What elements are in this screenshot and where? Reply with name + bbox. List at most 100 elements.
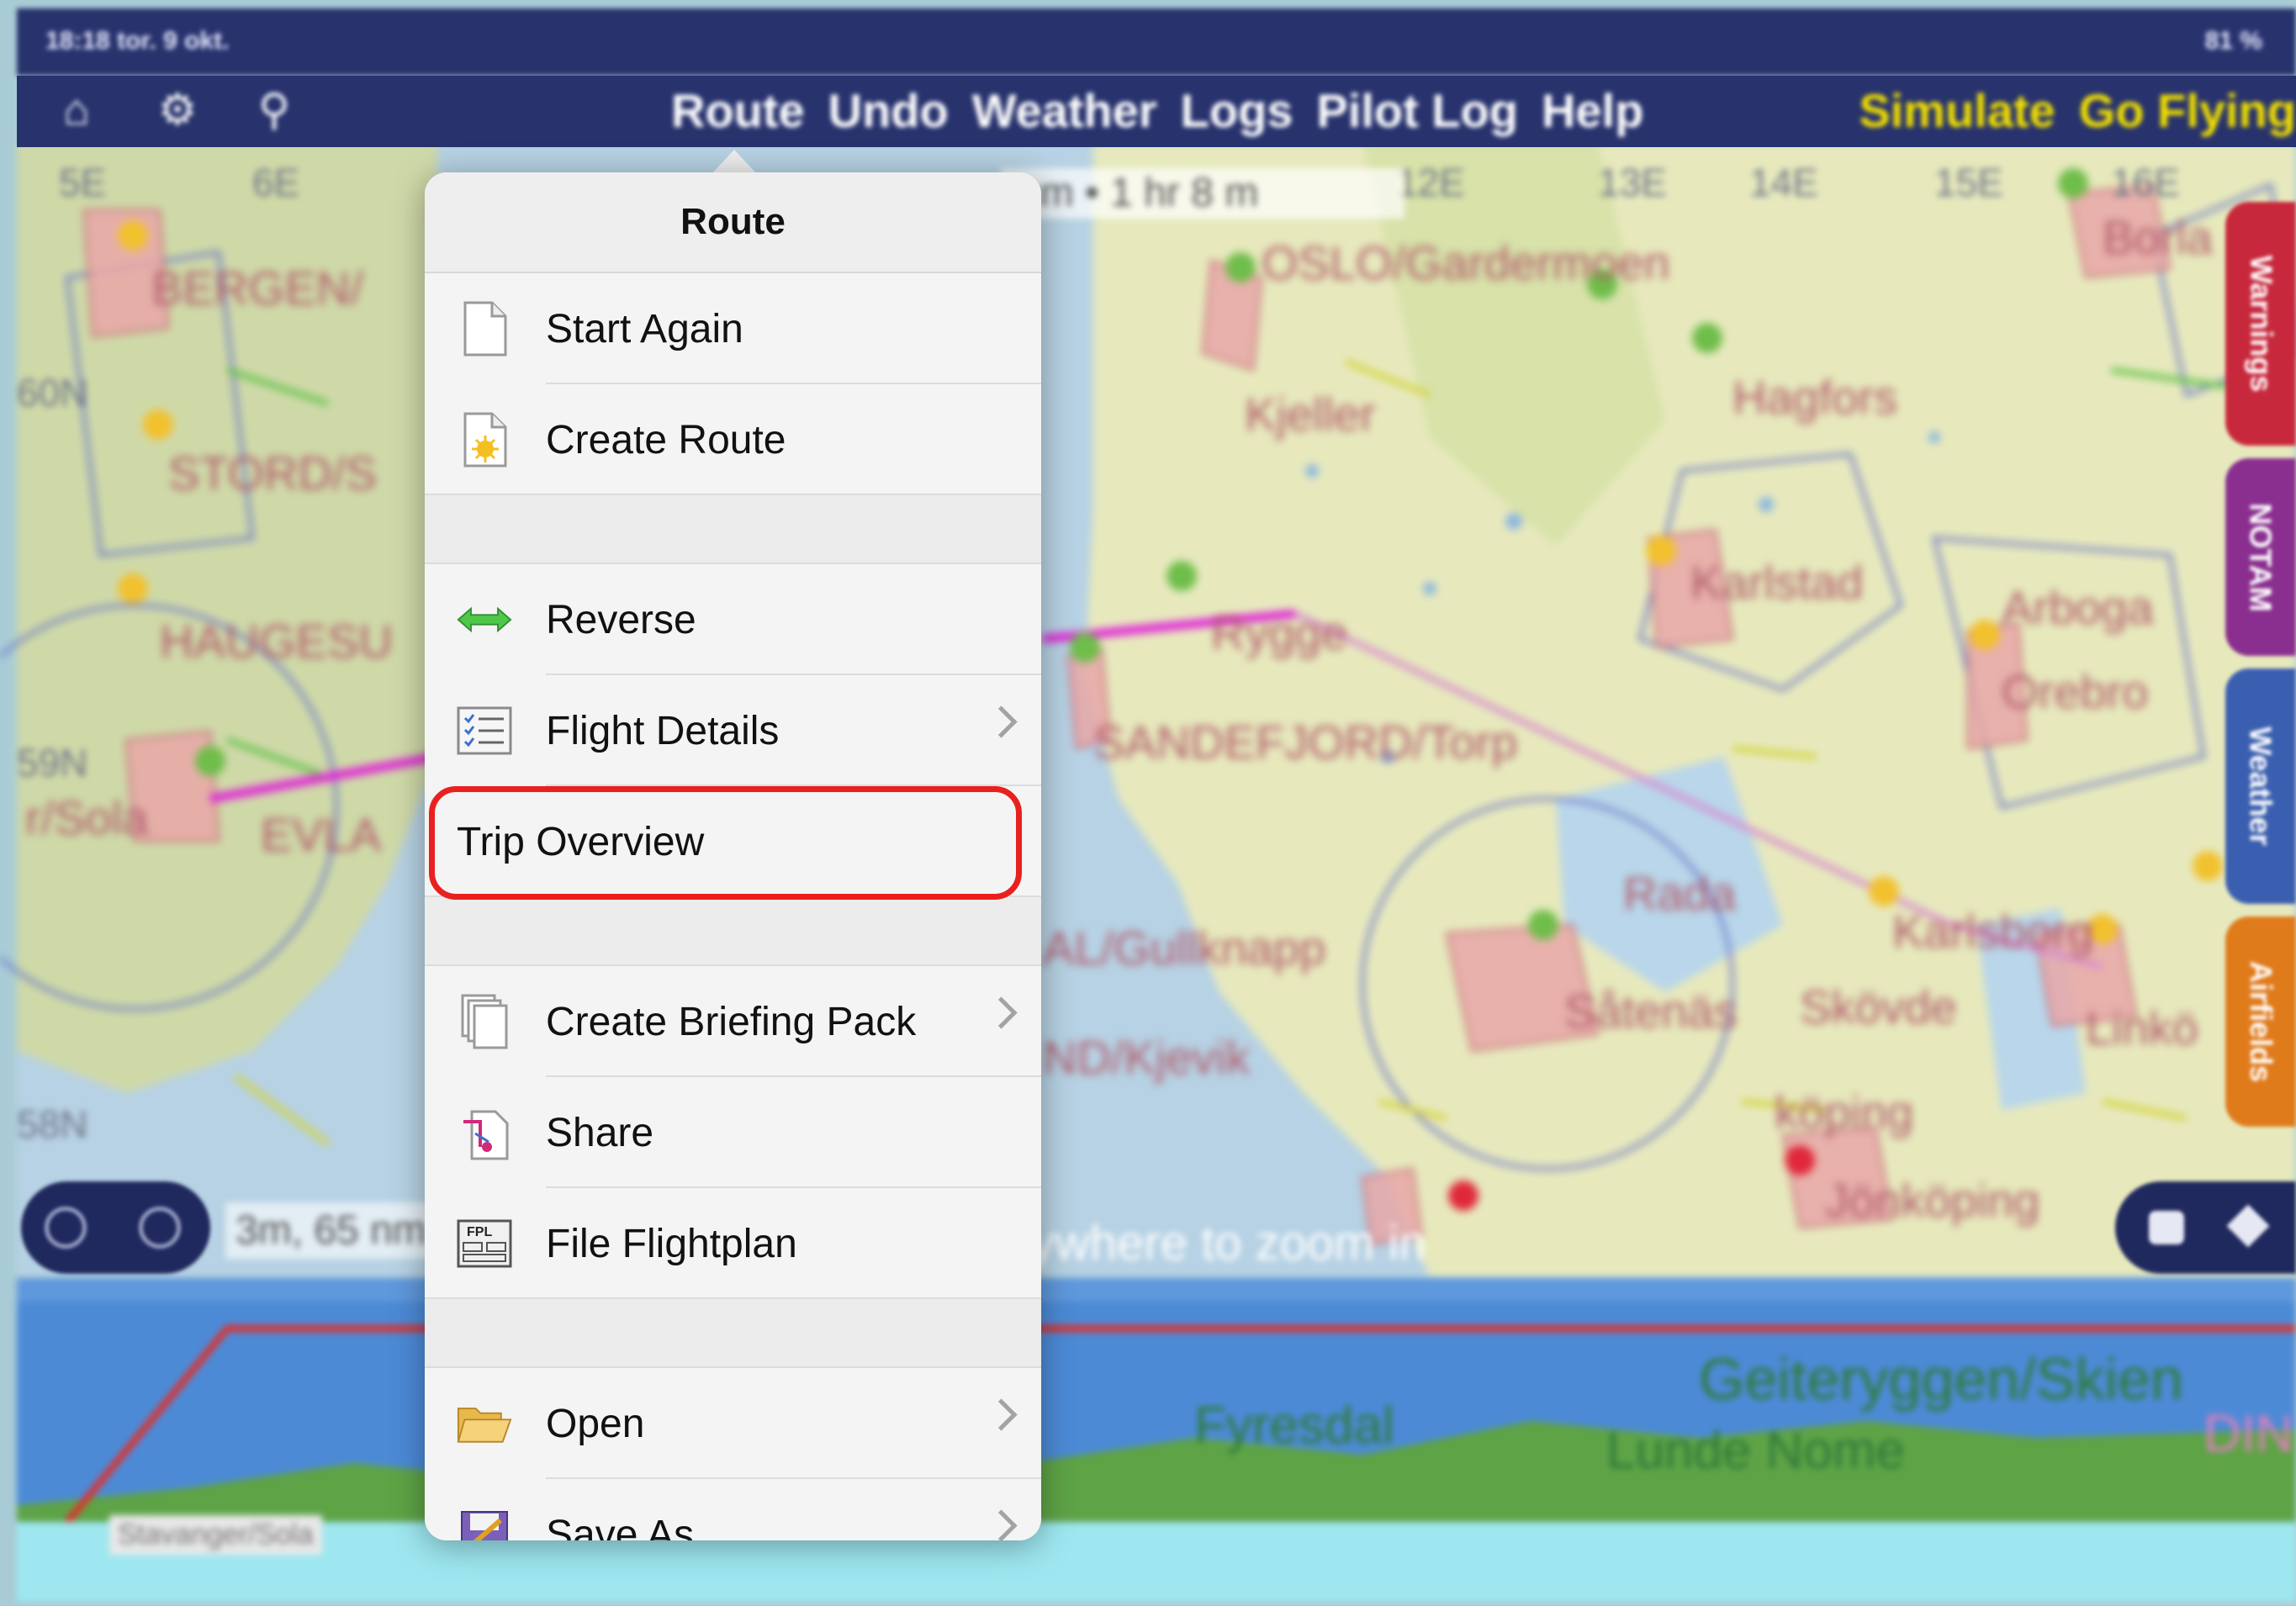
side-tab-warnings[interactable]: Warnings <box>2225 202 2296 446</box>
chevron-right-icon <box>985 1509 1018 1540</box>
menu-group-separator <box>425 495 1041 564</box>
trip-overview-highlight <box>429 786 1022 900</box>
longitude-label: 16E <box>2111 161 2180 204</box>
status-time: 18:18 tor. 9 okt. <box>45 27 230 55</box>
home-icon[interactable]: ⌂ <box>50 84 103 136</box>
gear-icon[interactable]: ⚙ <box>151 84 204 136</box>
search-icon[interactable]: ⚲ <box>248 84 300 136</box>
profile-chart <box>17 1278 2296 1602</box>
route-summary: nm • 1 hr 8 m <box>1001 168 1405 219</box>
map-controls-right[interactable] <box>2115 1181 2296 1274</box>
checklist-icon <box>457 703 512 758</box>
latitude-label: 59N <box>17 741 88 785</box>
main-menu: Route Undo Weather Logs Pilot Log Help <box>671 81 1643 141</box>
map-label: Borla <box>2103 211 2213 264</box>
side-tab-label: Weather <box>2244 726 2279 846</box>
chevron-right-icon <box>985 996 1018 1029</box>
side-tab-label: Warnings <box>2244 255 2279 393</box>
side-tab-airfields[interactable]: Airfields <box>2225 917 2296 1127</box>
map-label: OSLO/Gardermoen <box>1262 236 1670 289</box>
map-label: Arboga <box>2002 581 2154 634</box>
map-label: köping <box>1775 1086 1914 1138</box>
status-bar: 18:18 tor. 9 okt. 81 % <box>17 8 2296 76</box>
latitude-label: 58N <box>17 1102 88 1146</box>
side-tab-notam[interactable]: NOTAM <box>2225 458 2296 656</box>
menu-item-file-flightplan[interactable]: FPL File Flightplan <box>425 1188 1041 1299</box>
go-flying-button[interactable]: Go Flying <box>2079 81 2296 141</box>
menu-item-label: Save As <box>546 1512 695 1541</box>
track-up-icon[interactable] <box>2226 1204 2270 1248</box>
folder-open-icon <box>457 1396 512 1451</box>
longitude-label: 12E <box>1396 161 1465 204</box>
simulate-button[interactable]: Simulate <box>1859 81 2055 141</box>
map-label: Kjeller <box>1245 388 1376 441</box>
profile-label: Fyresdal <box>1194 1397 1394 1455</box>
menu-item-flight-details[interactable]: Flight Details <box>425 675 1041 786</box>
chevron-right-icon <box>985 1398 1018 1431</box>
profile-label: Stavanger/Sola <box>109 1515 322 1555</box>
side-tab-label: NOTAM <box>2244 502 2278 612</box>
longitude-label: 6E <box>252 161 300 204</box>
fpl-form-icon: FPL <box>457 1216 512 1271</box>
menu-item-open[interactable]: Open <box>425 1368 1041 1479</box>
elevation-profile[interactable]: Geiteryggen/Skien Lunde Nome Fyresdal St… <box>17 1278 2296 1602</box>
menu-pilot-log[interactable]: Pilot Log <box>1316 81 1518 141</box>
popover-title: Route <box>680 201 786 242</box>
side-tab-weather[interactable]: Weather <box>2225 668 2296 904</box>
documents-stack-icon <box>457 994 512 1049</box>
latitude-label: 60N <box>17 371 88 415</box>
map-label: EVLA <box>261 808 382 861</box>
menu-item-label: Flight Details <box>546 708 780 753</box>
map-label: AL/Gullknapp <box>1043 922 1326 975</box>
nav-right-buttons: Simulate Go Flying <box>1859 81 2296 141</box>
map-label: HAUGESU <box>160 615 393 668</box>
map-label: ND/Kjevik <box>1043 1031 1250 1084</box>
map-label: r/Sola <box>25 791 149 844</box>
menu-item-label: Open <box>546 1401 645 1446</box>
target-icon[interactable] <box>139 1207 181 1249</box>
menu-undo[interactable]: Undo <box>828 81 949 141</box>
menu-group-separator <box>425 897 1041 966</box>
menu-logs[interactable]: Logs <box>1181 81 1293 141</box>
menu-item-reverse[interactable]: Reverse <box>425 564 1041 675</box>
popover-arrow <box>711 150 758 175</box>
profile-label: Geiteryggen/Skien <box>1699 1346 2183 1412</box>
menu-route[interactable]: Route <box>671 81 805 141</box>
side-tab-label: Airfields <box>2244 960 2279 1083</box>
record-icon[interactable] <box>45 1207 87 1249</box>
map-label: Jönköping <box>1825 1174 2040 1227</box>
layers-icon[interactable] <box>2149 1211 2184 1244</box>
menu-item-label: Start Again <box>546 306 743 351</box>
menu-item-create-route[interactable]: Create Route <box>425 384 1041 495</box>
map-controls-left[interactable] <box>21 1181 210 1274</box>
menu-item-label: Create Briefing Pack <box>546 999 917 1044</box>
menu-group-separator <box>425 1299 1041 1368</box>
map-label: Orebro <box>2002 665 2149 718</box>
map-label: Hagfors <box>1733 371 1898 424</box>
profile-label: DIN <box>2203 1405 2293 1463</box>
map-label: Linkö <box>2086 1001 2198 1054</box>
map-label: Skövde <box>1800 980 1957 1033</box>
map-label: Såtenäs <box>1564 985 1738 1038</box>
menu-help[interactable]: Help <box>1542 81 1643 141</box>
menu-weather[interactable]: Weather <box>972 81 1157 141</box>
menu-item-label: Share <box>546 1110 654 1155</box>
map-label: Karlstad <box>1690 556 1864 609</box>
longitude-label: 13E <box>1598 161 1667 204</box>
menu-item-start-again[interactable]: Start Again <box>425 273 1041 384</box>
longitude-label: 14E <box>1749 161 1818 204</box>
menu-item-create-briefing-pack[interactable]: Create Briefing Pack <box>425 966 1041 1077</box>
map-label: SANDEFJORD/Torp <box>1093 716 1518 769</box>
menu-item-label: Reverse <box>546 597 696 642</box>
menu-item-share[interactable]: Share <box>425 1077 1041 1188</box>
map-label: Rygge <box>1211 606 1347 659</box>
blank-document-icon <box>457 301 512 357</box>
battery-status: 81 % <box>2204 27 2262 55</box>
profile-label: Lunde Nome <box>1606 1422 1906 1480</box>
longitude-label: 5E <box>59 161 107 204</box>
new-document-icon <box>457 412 512 468</box>
menu-item-save-as[interactable]: Save As <box>425 1479 1041 1540</box>
reverse-arrows-icon <box>457 592 512 647</box>
map-label: STORD/S <box>168 446 377 499</box>
save-as-icon <box>457 1507 512 1540</box>
